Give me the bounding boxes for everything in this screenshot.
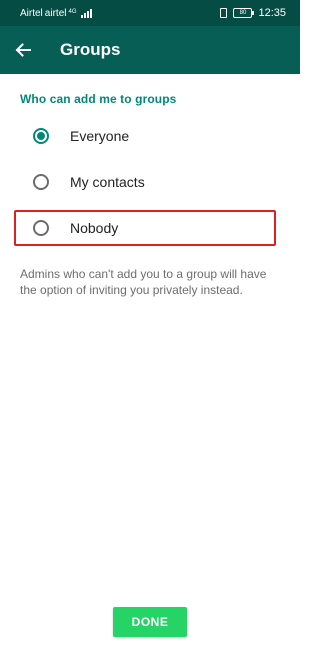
carrier2-label: airtel: [44, 7, 67, 19]
arrow-left-icon: [15, 43, 31, 57]
section-header: Who can add me to groups: [20, 92, 177, 106]
status-bar: Airtel airtel 4G 80 12:35: [0, 0, 300, 26]
clock: 12:35: [258, 7, 286, 19]
option-label: Nobody: [70, 220, 119, 236]
carrier-label: Airtel: [20, 7, 43, 19]
network-label: 4G: [68, 8, 77, 15]
battery-icon: 80: [233, 8, 255, 18]
radio-unselected-icon[interactable]: [33, 220, 49, 236]
battery-level: 80: [239, 10, 247, 16]
page-title: Groups: [60, 40, 121, 59]
option-label: Everyone: [70, 128, 130, 144]
app-bar: Groups: [0, 26, 300, 74]
status-right: 80 12:35: [220, 7, 286, 19]
radio-selected-icon[interactable]: [33, 128, 49, 144]
radio-unselected-icon[interactable]: [33, 174, 49, 190]
signal-icon: [80, 8, 92, 18]
screen: Airtel airtel 4G 80 12:35 Groups Who can …: [0, 0, 300, 650]
back-button[interactable]: [1, 26, 45, 74]
footnote-text: Admins who can't add you to a group will…: [20, 267, 267, 297]
done-button[interactable]: DONE: [113, 607, 187, 637]
option-nobody[interactable]: Nobody: [0, 205, 300, 251]
vibrate-icon: [220, 8, 228, 18]
option-label: My contacts: [70, 174, 145, 190]
status-left: Airtel airtel 4G: [20, 8, 92, 19]
option-my-contacts[interactable]: My contacts: [0, 159, 300, 205]
option-everyone[interactable]: Everyone: [0, 113, 300, 159]
